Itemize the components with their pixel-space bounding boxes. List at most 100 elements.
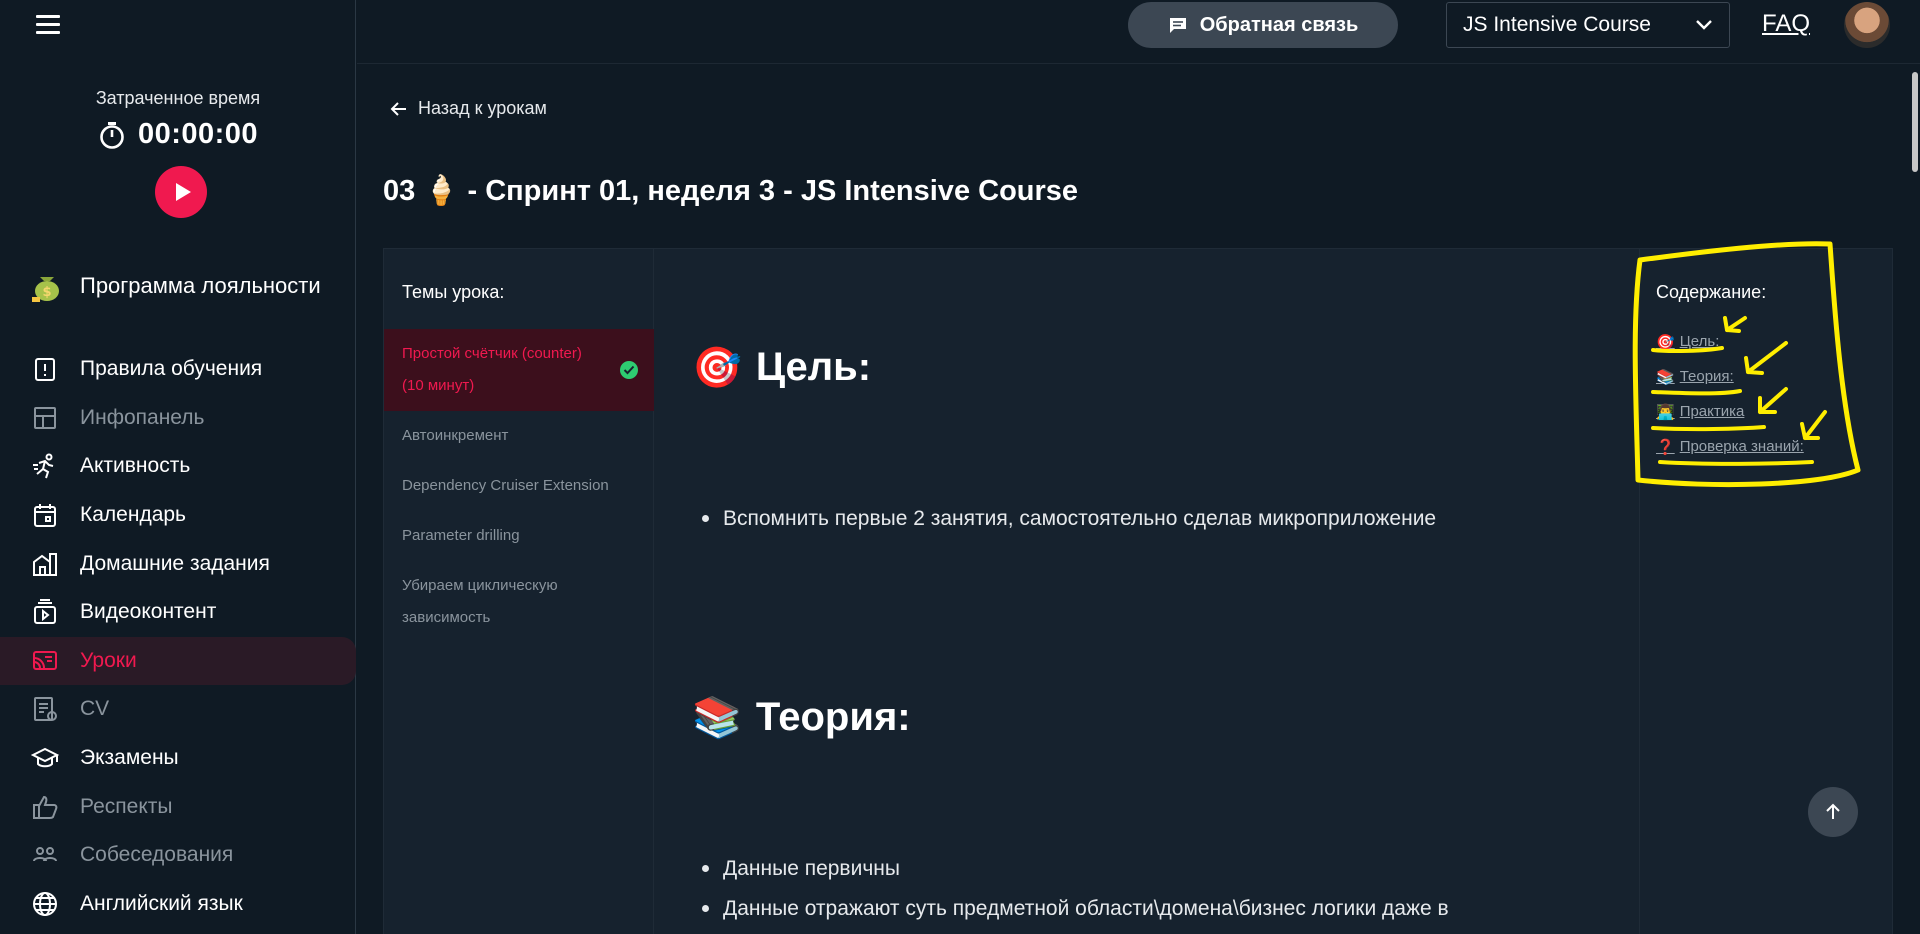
sidebar-item-label: Инфопанель <box>80 405 205 429</box>
sidebar-item-label: Видеоконтент <box>80 600 217 624</box>
sidebar: Затраченное время 00:00:00 $ Программа л… <box>0 0 356 934</box>
faq-link[interactable]: FAQ <box>1762 10 1810 38</box>
topic-list: Простой счётчик (counter) (10 минут) Авт… <box>384 329 654 643</box>
topic-label: Dependency Cruiser Extension <box>402 477 609 494</box>
topic-label: Простой счётчик (counter) (10 минут) <box>402 345 582 394</box>
avatar[interactable] <box>1844 2 1890 48</box>
sidebar-item-homework[interactable]: Домашние задания <box>0 539 356 588</box>
sidebar-item-cv[interactable]: CV <box>0 685 356 734</box>
sidebar-item-label: Собеседования <box>80 843 234 867</box>
goal-bullets: Вспомнить первые 2 занятия, самостоятель… <box>702 507 1436 547</box>
sidebar-item-activity[interactable]: Активность <box>0 442 356 491</box>
list-item: Данные первичны <box>702 857 1449 881</box>
sidebar-item-lessons[interactable]: Уроки <box>0 636 356 686</box>
sidebar-nav: Правила обучения Инфопанель Активность К… <box>0 345 356 928</box>
coder-icon: 👨‍💻 <box>1656 403 1675 421</box>
sidebar-item-label: Респекты <box>80 794 173 818</box>
target-icon: 🎯 <box>1656 333 1675 351</box>
sidebar-item-rules[interactable]: Правила обучения <box>0 345 356 394</box>
toc-list: 🎯 Цель: 📚 Теория: 👨‍💻 Практика ❓ Проверка зн… <box>1656 331 1804 471</box>
scrollbar-thumb[interactable] <box>1912 72 1918 172</box>
toc-link-practice[interactable]: 👨‍💻 Практика <box>1656 401 1804 422</box>
topic-item-parameter-drilling[interactable]: Parameter drilling <box>384 511 654 561</box>
page-scrollbar[interactable] <box>1910 64 1920 934</box>
running-icon <box>30 451 60 481</box>
feedback-button[interactable]: Обратная связь <box>1128 2 1398 48</box>
topic-label: Parameter drilling <box>402 527 520 544</box>
thumbs-up-icon <box>30 792 60 822</box>
loyalty-label: Программа лояльности <box>80 273 321 298</box>
play-timer-button[interactable] <box>155 166 207 218</box>
lesson-article: 🎯 Цель: Вспомнить первые 2 занятия, само… <box>654 249 1639 934</box>
sidebar-item-label: Правила обучения <box>80 357 263 381</box>
lesson-content: Темы урока: Простой счётчик (counter) (1… <box>383 248 1893 934</box>
course-select[interactable]: JS Intensive Course <box>1446 2 1730 48</box>
list-item: Вспомнить первые 2 занятия, самостоятель… <box>702 507 1436 531</box>
chat-icon <box>1169 18 1186 33</box>
toc-link-quiz[interactable]: ❓ Проверка знаний: <box>1656 436 1804 457</box>
sidebar-item-label: Домашние задания <box>80 551 270 575</box>
section-heading-text: Теория: <box>755 695 911 739</box>
timer-value: 00:00:00 <box>137 118 259 150</box>
sidebar-item-label: Экзамены <box>80 746 179 770</box>
section-heading-theory: 📚 Теория: <box>692 694 911 741</box>
arrow-left-icon <box>390 101 406 116</box>
sidebar-item-label: Английский язык <box>80 891 243 915</box>
chevron-down-icon <box>1696 20 1712 30</box>
sidebar-item-respects[interactable]: Респекты <box>0 782 356 831</box>
sidebar-item-exams[interactable]: Экзамены <box>0 734 356 783</box>
hamburger-menu-icon[interactable] <box>32 12 66 40</box>
section-heading-text: Цель: <box>755 345 872 389</box>
money-bag-icon: $ <box>32 277 59 302</box>
section-heading-goal: 🎯 Цель: <box>692 344 871 391</box>
target-icon: 🎯 <box>692 346 742 390</box>
toc-link-goal[interactable]: 🎯 Цель: <box>1656 331 1804 352</box>
alert-doc-icon <box>30 354 60 384</box>
topic-item-dependency-cruiser[interactable]: Dependency Cruiser Extension <box>384 461 654 511</box>
topic-item-cyclic-dependency[interactable]: Убираем циклическую зависимость <box>384 561 654 643</box>
lessons-icon <box>30 646 60 676</box>
sidebar-item-interviews[interactable]: Собеседования <box>0 831 356 880</box>
sidebar-item-label: Активность <box>80 454 191 478</box>
sidebar-item-video[interactable]: Видеоконтент <box>0 588 356 637</box>
toc-link-theory[interactable]: 📚 Теория: <box>1656 366 1804 387</box>
sidebar-item-calendar[interactable]: Календарь <box>0 491 356 540</box>
question-icon: ❓ <box>1656 438 1675 456</box>
graduation-icon <box>30 743 60 773</box>
table-of-contents: Содержание: 🎯 Цель: 📚 Теория: 👨‍💻 Практика … <box>1639 249 1894 934</box>
lesson-topics-panel: Темы урока: Простой счётчик (counter) (1… <box>384 249 654 934</box>
topic-item-autoincrement[interactable]: Автоинкремент <box>384 411 654 461</box>
topic-item-counter[interactable]: Простой счётчик (counter) (10 минут) <box>384 329 654 411</box>
books-icon: 📚 <box>1656 368 1675 386</box>
back-to-lessons-link[interactable]: Назад к урокам <box>390 98 547 119</box>
timer: 00:00:00 <box>0 118 356 151</box>
topic-label: Убираем циклическую зависимость <box>402 577 558 626</box>
top-header: Обратная связь JS Intensive Course FAQ <box>357 0 1920 64</box>
toc-title: Содержание: <box>1656 282 1767 302</box>
sidebar-item-dashboard[interactable]: Инфопанель <box>0 394 356 443</box>
people-icon <box>30 840 60 870</box>
page-title: 03 🍦 - Спринт 01, неделя 3 - JS Intensiv… <box>383 175 1079 207</box>
dashboard-icon <box>30 403 60 433</box>
sidebar-item-label: Уроки <box>80 648 137 672</box>
svg-text:$: $ <box>42 285 51 300</box>
stopwatch-icon <box>100 121 124 149</box>
homework-icon <box>30 549 60 579</box>
books-icon: 📚 <box>692 696 742 740</box>
topic-label: Автоинкремент <box>402 427 509 444</box>
back-label: Назад к урокам <box>418 98 547 118</box>
calendar-icon <box>30 500 60 530</box>
globe-icon <box>30 889 60 919</box>
cv-icon <box>30 694 60 724</box>
play-icon <box>175 183 191 201</box>
topics-title: Темы урока: <box>402 282 505 302</box>
scroll-to-top-button[interactable] <box>1808 787 1858 837</box>
course-select-value: JS Intensive Course <box>1463 13 1651 36</box>
timer-label: Затраченное время <box>95 88 261 108</box>
sidebar-item-label: Календарь <box>80 503 186 527</box>
sidebar-item-english[interactable]: Английский язык <box>0 880 356 929</box>
list-item: Данные отражают суть предметной области\… <box>702 897 1449 921</box>
feedback-label: Обратная связь <box>1199 13 1359 36</box>
loyalty-program-link[interactable]: $ Программа лояльности <box>30 269 321 303</box>
sidebar-item-label: CV <box>80 697 110 721</box>
